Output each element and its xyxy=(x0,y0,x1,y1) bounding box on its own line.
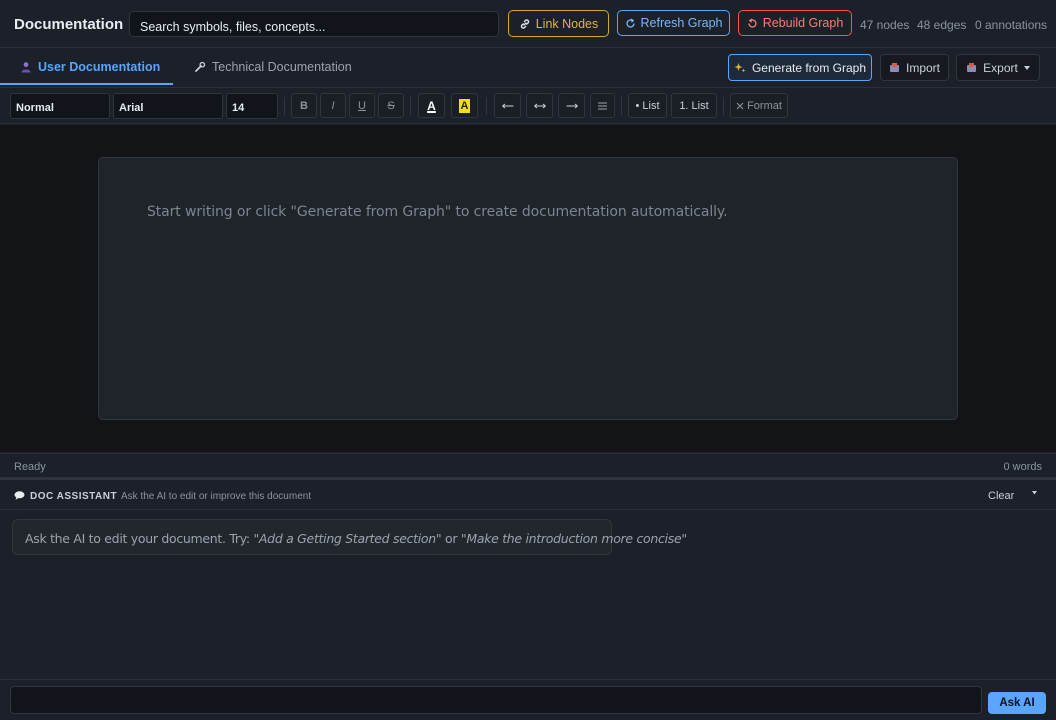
collapse-caret-icon[interactable] xyxy=(1032,491,1037,495)
font-family-select[interactable]: Arial xyxy=(113,93,223,119)
edges-count: 48 edges xyxy=(917,18,967,32)
document-editor[interactable]: Start writing or click "Generate from Gr… xyxy=(98,157,958,420)
inbox-icon xyxy=(889,62,900,73)
align-center-button[interactable] xyxy=(526,93,553,118)
hint-mid: or xyxy=(441,531,461,546)
align-right-button[interactable] xyxy=(558,93,585,118)
word-count: 0 words xyxy=(1003,461,1042,473)
outbox-icon xyxy=(966,62,977,73)
toolbar-separator xyxy=(410,97,411,115)
link-nodes-label: Link Nodes xyxy=(535,16,599,31)
font-size-select[interactable]: 14 xyxy=(226,93,278,119)
tab-user-label: User Documentation xyxy=(38,60,161,74)
underline-button[interactable]: U xyxy=(349,93,375,118)
tab-technical-label: Technical Documentation xyxy=(212,60,352,74)
highlight-color-button[interactable]: A xyxy=(451,93,478,118)
status-bar: Ready 0 words xyxy=(0,453,1056,477)
assistant-hint: Ask the AI to edit your document. Try: "… xyxy=(12,519,687,555)
hint-example-2: "Make the introduction more concise" xyxy=(460,531,687,546)
rebuild-graph-label: Rebuild Graph xyxy=(762,16,844,30)
user-icon xyxy=(20,61,32,73)
tab-bar: User Documentation Technical Documentati… xyxy=(0,48,1056,88)
bold-button[interactable]: B xyxy=(291,93,317,118)
toolbar-separator xyxy=(621,97,622,115)
speech-bubble-icon xyxy=(14,491,25,500)
link-icon xyxy=(519,18,531,30)
annotations-count: 0 annotations xyxy=(975,18,1048,32)
generate-label: Generate from Graph xyxy=(751,60,867,75)
import-label: Import xyxy=(905,60,940,75)
align-justify-icon xyxy=(598,102,607,110)
hint-prefix: Ask the AI to edit your document. Try: xyxy=(25,531,254,546)
toolbar-separator xyxy=(284,97,285,115)
highlight-swatch: A xyxy=(458,98,471,113)
ask-ai-button[interactable]: Ask AI xyxy=(988,692,1046,714)
arrow-left-icon xyxy=(501,103,514,109)
clear-format-label: Format xyxy=(747,99,782,112)
formatting-toolbar: Normal Arial 14 B I U S A A • List 1. Li… xyxy=(0,88,1056,124)
toolbar-separator xyxy=(486,97,487,115)
refresh-graph-label: Refresh Graph xyxy=(640,16,723,30)
strikethrough-button[interactable]: S xyxy=(378,93,404,118)
italic-button[interactable]: I xyxy=(320,93,346,118)
refresh-icon xyxy=(625,17,636,29)
arrow-left-right-icon xyxy=(533,103,546,109)
clear-format-button[interactable]: Format xyxy=(730,93,788,118)
wrench-icon xyxy=(194,61,206,73)
justify-button[interactable] xyxy=(590,93,615,118)
status-text: Ready xyxy=(14,461,46,473)
tab-user-documentation[interactable]: User Documentation xyxy=(20,48,160,86)
refresh-graph-button[interactable]: Refresh Graph xyxy=(617,10,730,36)
assistant-subtitle: Ask the AI to edit or improve this docum… xyxy=(121,491,312,502)
sparkles-icon xyxy=(734,62,746,74)
nodes-count: 47 nodes xyxy=(860,18,910,32)
tab-technical-documentation[interactable]: Technical Documentation xyxy=(194,48,352,86)
x-icon xyxy=(736,102,744,110)
generate-from-graph-button[interactable]: Generate from Graph xyxy=(728,54,872,81)
bullet-list-button[interactable]: • List xyxy=(628,93,667,118)
app-title: Documentation xyxy=(14,16,124,33)
align-left-button[interactable] xyxy=(494,93,521,118)
editor-placeholder: Start writing or click "Generate from Gr… xyxy=(147,204,728,220)
toolbar-separator xyxy=(723,97,724,115)
caret-down-icon xyxy=(1023,65,1030,70)
text-color-button[interactable]: A xyxy=(418,93,445,118)
rebuild-graph-button[interactable]: Rebuild Graph xyxy=(738,10,852,36)
arrow-right-icon xyxy=(566,103,578,109)
rebuild-icon xyxy=(747,17,758,29)
search-input[interactable] xyxy=(129,11,499,37)
clear-chat-button[interactable]: Clear xyxy=(988,490,1014,502)
export-button[interactable]: Export xyxy=(956,54,1040,81)
ask-ai-input[interactable] xyxy=(10,686,982,714)
active-tab-indicator xyxy=(0,83,173,85)
doc-assistant-header: DOC ASSISTANT Ask the AI to edit or impr… xyxy=(0,480,1056,510)
link-nodes-button[interactable]: Link Nodes xyxy=(508,10,609,37)
hint-example-1: "Add a Getting Started section" xyxy=(253,531,442,546)
paragraph-style-select[interactable]: Normal xyxy=(10,93,110,119)
assistant-title: DOC ASSISTANT xyxy=(30,491,118,502)
numbered-list-button[interactable]: 1. List xyxy=(671,93,717,118)
export-label: Export xyxy=(983,60,1018,75)
import-button[interactable]: Import xyxy=(880,54,949,81)
top-header: Documentation Link Nodes Refresh Graph R… xyxy=(0,0,1056,48)
